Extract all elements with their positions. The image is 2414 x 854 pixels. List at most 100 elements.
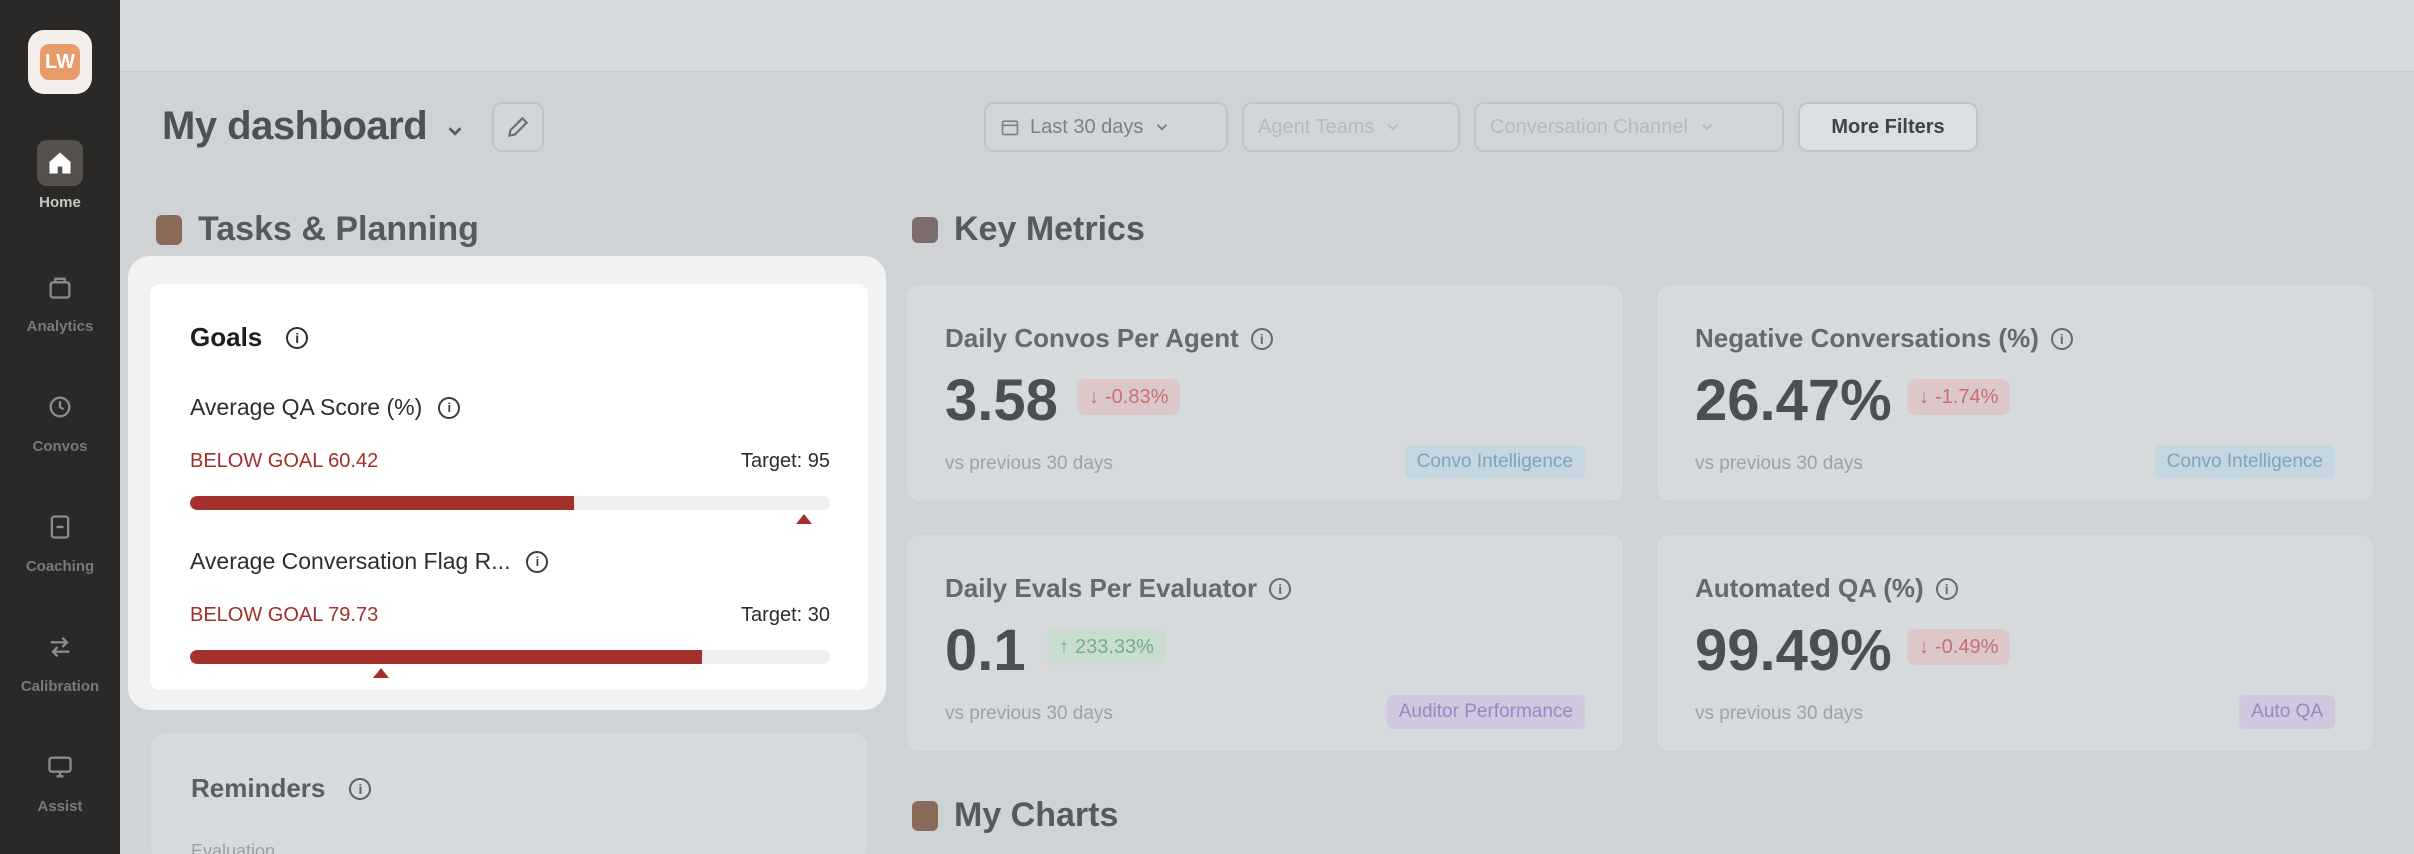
sidebar-item-label: Analytics [26,318,94,335]
delta-value: 233.33% [1075,635,1154,658]
clipboard-icon [156,214,182,245]
tasks-planning-heading: Tasks & Planning [156,210,479,249]
top-bar [120,0,2414,72]
info-icon[interactable]: i [1250,327,1273,350]
goal-status: BELOW GOAL 60.42 [190,450,379,472]
goal-target: Target: 95 [741,450,830,472]
metric-card[interactable]: Automated QA (%) i 99.49% ↓ -0.49% vs prev… [1656,534,2374,752]
edit-dashboard-button[interactable] [492,102,544,152]
sidebar-item-label: Home [39,194,81,211]
sidebar-item-label: Calibration [20,678,100,695]
agent-teams-label: Agent Teams [1258,115,1375,138]
reminders-title-text: Reminders [191,773,326,803]
arrow-down-icon: ↓ [1919,635,1929,658]
goal-item[interactable]: Average QA Score (%) i BELOW GOAL 60.42 … [190,394,830,524]
metric-value: 26.47% [1695,368,1892,433]
metric-label-text: Daily Evals Per Evaluator [945,573,1258,603]
goal-progress-fill [190,650,702,664]
goal-name: Average QA Score (%) i [190,394,830,421]
pencil-icon [507,116,529,138]
date-range-label: Last 30 days [1030,115,1144,138]
target-marker-icon [373,668,389,678]
arrow-down-icon: ↓ [1919,385,1929,408]
sidebar-item-coaching[interactable]: Coaching [0,504,120,575]
target-marker-icon [796,514,812,524]
info-icon[interactable]: i [1269,577,1292,600]
category-tag[interactable]: Convo Intelligence [1404,445,1585,479]
metric-card[interactable]: Daily Evals Per Evaluator i 0.1 ↑ 233.33% … [906,534,1624,752]
home-icon [37,140,83,186]
goals-card[interactable]: Goals i Average QA Score (%) i BELOW GOA… [150,284,868,690]
conversation-channel-label: Conversation Channel [1490,115,1688,138]
section-title: Tasks & Planning [198,210,479,248]
history-icon [37,384,83,430]
delta-value: -0.83% [1105,385,1169,408]
info-icon[interactable]: i [1935,577,1958,600]
goal-target: Target: 30 [741,604,830,626]
sidebar-item-calibration[interactable]: Calibration [0,624,120,695]
delta-badge: ↑ 233.33% [1047,629,1166,665]
info-icon[interactable]: i [526,550,549,573]
goal-progress-track [190,650,830,664]
app-logo[interactable]: LW [28,30,92,94]
date-range-filter[interactable]: Last 30 days [984,102,1228,152]
goal-status: BELOW GOAL 79.73 [190,604,379,626]
inbox-icon [912,216,938,243]
conversation-channel-filter[interactable]: Conversation Channel [1474,102,1784,152]
metric-card[interactable]: Daily Convos Per Agent i 3.58 ↓ -0.83% vs … [906,284,1624,502]
chart-icon [912,800,938,831]
chevron-down-icon [1701,124,1713,131]
delta-value: -1.74% [1935,385,1999,408]
category-tag[interactable]: Convo Intelligence [2154,445,2335,479]
sidebar-item-home[interactable]: Home [0,140,120,211]
sidebar: LW Home Analytics Convos Coaching Calibr… [0,0,120,854]
logo-mark: LW [40,44,80,80]
info-icon[interactable]: i [349,777,372,800]
metric-label: Automated QA (%) i [1695,573,1958,604]
metric-value: 3.58 [945,368,1058,433]
goal-name-text: Average Conversation Flag R... [190,548,511,574]
info-icon[interactable]: i [286,326,309,349]
delta-value: -0.49% [1935,635,1999,658]
sidebar-item-label: Convos [32,438,88,455]
arrow-up-icon: ↑ [1059,635,1069,658]
goal-name: Average Conversation Flag R... i [190,548,830,575]
arrow-down-icon: ↓ [1089,385,1099,408]
more-filters-button[interactable]: More Filters [1798,102,1978,152]
goal-name-text: Average QA Score (%) [190,394,423,420]
calendar-icon [1001,120,1019,136]
delta-badge: ↓ -0.83% [1077,379,1181,415]
metric-card[interactable]: Negative Conversations (%) i 26.47% ↓ -1.7… [1656,284,2374,502]
metric-label-text: Negative Conversations (%) [1695,323,2039,353]
delta-badge: ↓ -1.74% [1907,379,2011,415]
goal-progress-track [190,496,830,510]
category-tag[interactable]: Auto QA [2239,695,2335,729]
metric-label: Daily Convos Per Agent i [945,323,1273,354]
my-charts-heading: My Charts [912,796,1118,835]
metric-label-text: Daily Convos Per Agent [945,323,1239,353]
metric-value: 0.1 [945,618,1026,683]
sidebar-item-assist[interactable]: Assist [0,744,120,815]
info-icon[interactable]: i [2050,327,2073,350]
comparison-period: vs previous 30 days [1695,703,1863,724]
analytics-icon [37,264,83,310]
comparison-period: vs previous 30 days [945,703,1113,724]
chevron-down-icon [1388,124,1399,131]
metric-value: 99.49% [1695,618,1892,683]
info-icon[interactable]: i [438,396,461,419]
sidebar-item-analytics[interactable]: Analytics [0,264,120,335]
monitor-icon [37,744,83,790]
goal-item[interactable]: Average Conversation Flag R... i BELOW G… [190,548,830,678]
clipboard-icon [37,504,83,550]
page-title[interactable]: My dashboard [162,104,428,149]
comparison-period: vs previous 30 days [1695,453,1863,474]
sidebar-item-label: Coaching [25,558,95,575]
sidebar-item-convos[interactable]: Convos [0,384,120,455]
category-tag[interactable]: Auditor Performance [1386,695,1585,729]
reminders-card[interactable]: Reminders i Evaluation [150,732,868,854]
metric-label: Negative Conversations (%) i [1695,323,2073,354]
agent-teams-filter[interactable]: Agent Teams [1242,102,1460,152]
sidebar-item-label: Assist [37,798,83,815]
chevron-down-icon[interactable] [444,120,466,147]
section-title: Key Metrics [954,210,1145,248]
